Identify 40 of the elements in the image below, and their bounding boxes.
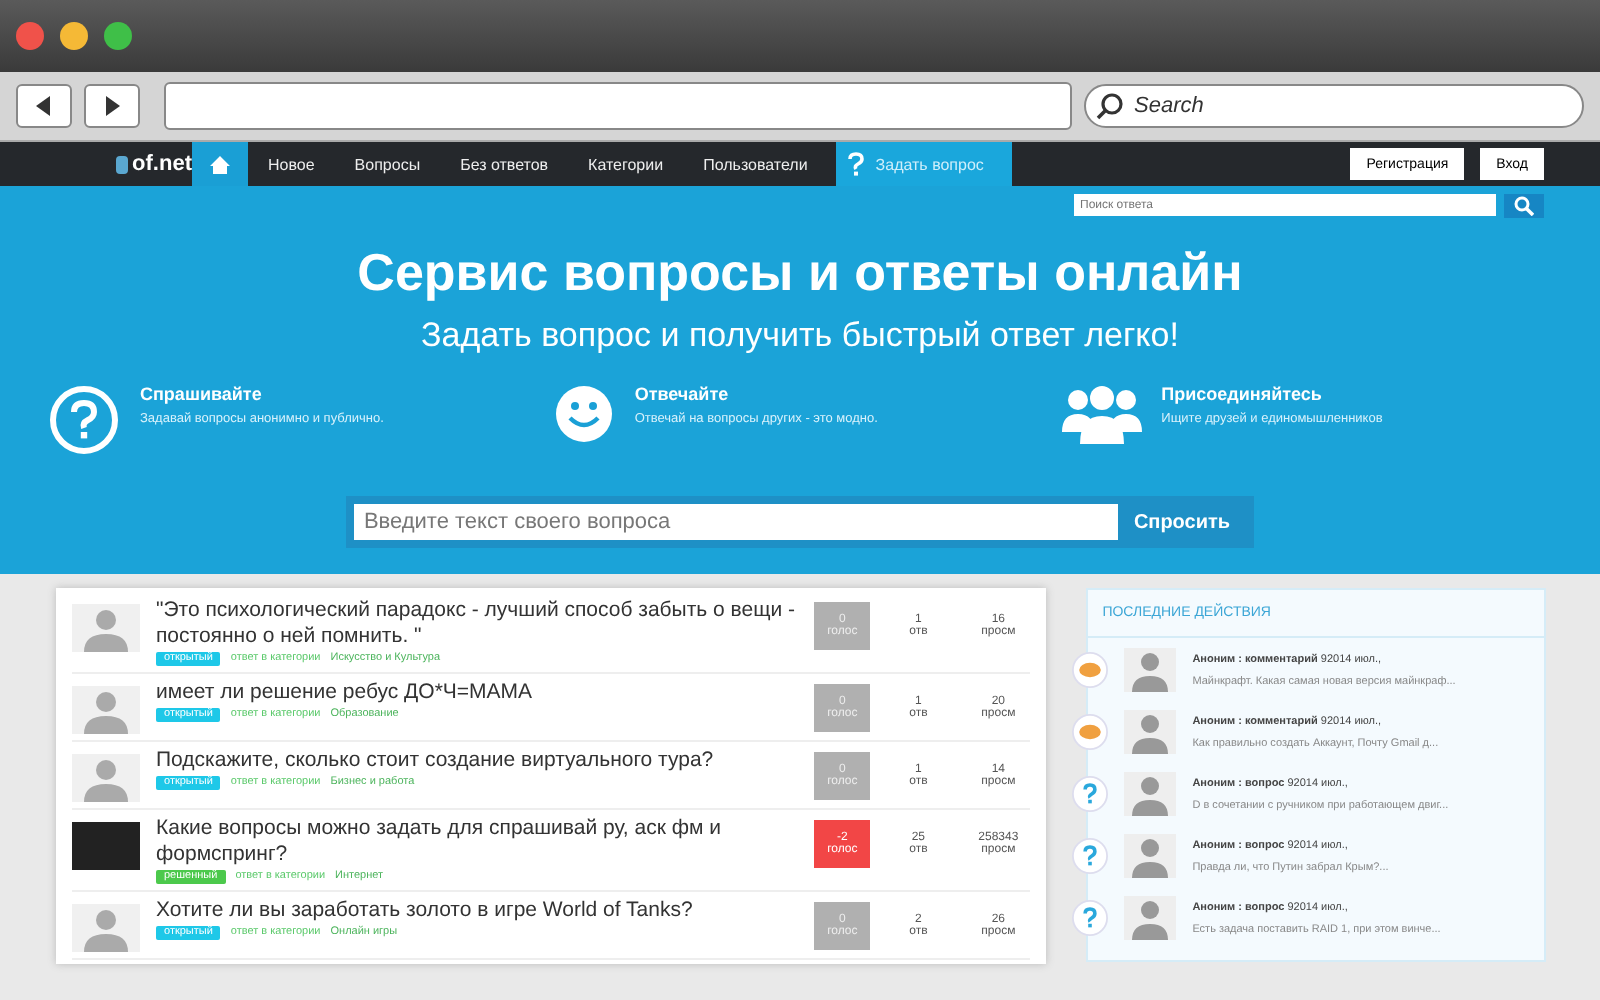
nav-tab[interactable]: Категории	[568, 142, 684, 186]
question-title[interactable]: имеет ли решение ребус ДО*Ч=МАМА	[156, 680, 799, 706]
question-input[interactable]: Введите текст своего вопроса	[353, 504, 1118, 540]
avatar-icon	[1124, 896, 1177, 940]
search-field[interactable]: Search	[1084, 84, 1584, 128]
people-icon	[1061, 384, 1142, 444]
address-field[interactable]	[164, 82, 1072, 130]
back-button[interactable]	[16, 84, 72, 128]
close-icon[interactable]	[16, 22, 44, 50]
search-icon	[1514, 196, 1534, 216]
question-circle-icon	[48, 384, 120, 456]
feature-title: Спрашивайте	[140, 384, 264, 404]
question-title[interactable]: "Это психологический парадокс - лучший способ забыть о вещи - постоянно о ней помнить. "	[156, 598, 799, 650]
nav-tab[interactable]: Пользователи	[683, 142, 828, 186]
search-icon	[1096, 92, 1124, 120]
minimize-icon[interactable]	[60, 22, 88, 50]
site-logo[interactable]: of.net	[116, 142, 192, 186]
question-mark-icon	[847, 152, 864, 176]
feature-title: Отвечайте	[634, 384, 731, 404]
avatar-icon	[1124, 710, 1177, 754]
forward-arrow-icon	[100, 94, 124, 118]
forward-button[interactable]	[84, 84, 140, 128]
question-title[interactable]: Хотите ли вы заработать золото в игре World of Tanks?	[156, 898, 799, 924]
nav-tab[interactable]: Вопросы	[334, 142, 441, 186]
avatar-icon	[1124, 772, 1177, 816]
search-button[interactable]	[1504, 194, 1544, 218]
question-title[interactable]: Подскажите, сколько стоит создание виртуального тура?	[156, 748, 799, 774]
home-tab[interactable]	[192, 142, 248, 186]
feature-title: Присоединяйтесь	[1161, 384, 1324, 404]
hero-subtitle: Задать вопрос и получить быстрый ответ легко!	[421, 316, 1179, 356]
question-title[interactable]: Какие вопросы можно задать для спрашивай ру, аск фм и формспринг?	[156, 816, 799, 868]
maximize-icon[interactable]	[104, 22, 132, 50]
avatar-icon	[1124, 648, 1177, 692]
smiley-icon	[554, 384, 615, 444]
home-icon	[210, 155, 230, 173]
hero-title: Сервис вопросы и ответы онлайн	[357, 242, 1243, 304]
avatar-icon	[1124, 834, 1177, 878]
back-arrow-icon	[32, 94, 56, 118]
nav-tab[interactable]: Без ответов	[440, 142, 569, 186]
nav-tab[interactable]: Новое	[248, 142, 335, 186]
